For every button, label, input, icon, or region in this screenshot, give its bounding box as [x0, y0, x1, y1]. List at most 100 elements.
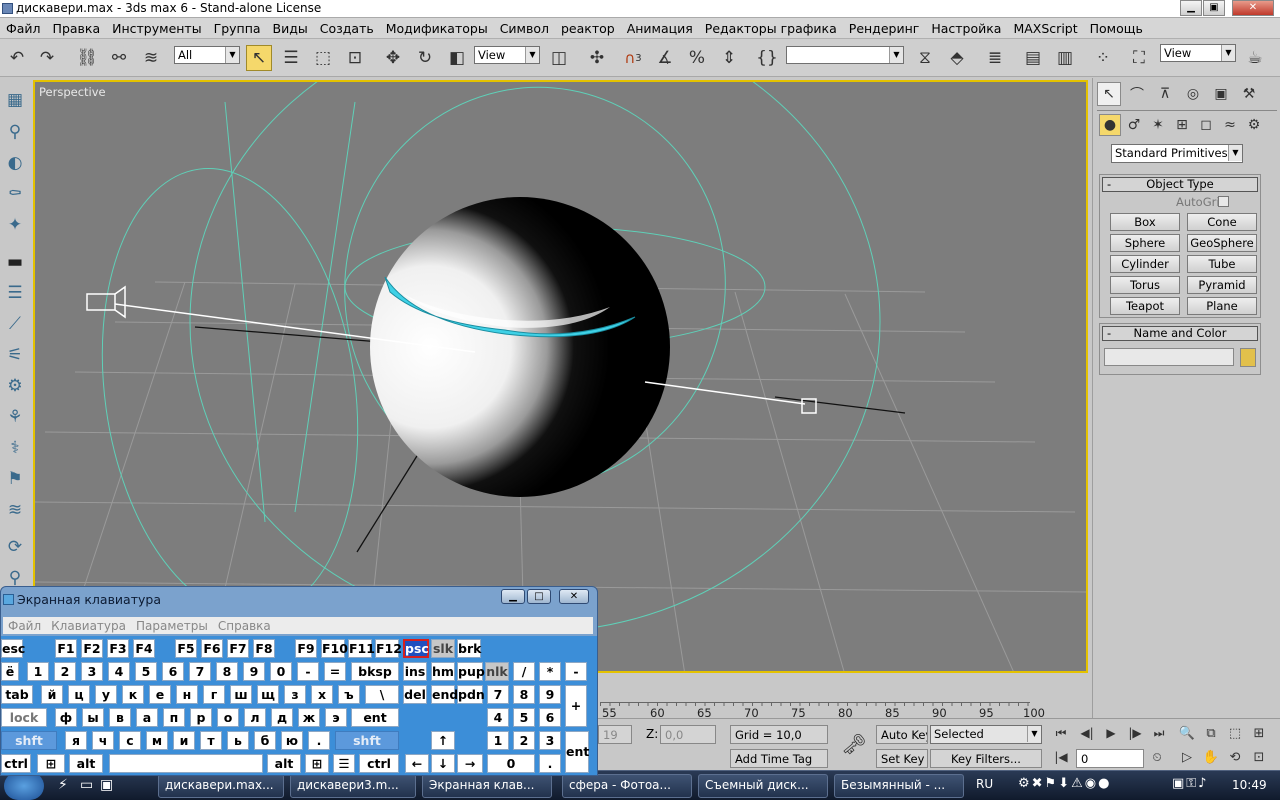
compounds-tab-icon[interactable]: ◐	[3, 151, 27, 175]
zoom-icon[interactable]: 🔍	[1176, 723, 1198, 743]
space-warps-icon[interactable]: ≈	[1219, 114, 1241, 136]
osk-menu-settings[interactable]: Параметры	[131, 619, 213, 633]
cameras-tab-icon[interactable]: ▬	[3, 250, 27, 274]
cone-button[interactable]: Cone	[1187, 213, 1257, 231]
go-to-start-icon[interactable]: ⏮	[1050, 723, 1072, 743]
key-letter[interactable]: у	[95, 685, 117, 704]
set-key-button[interactable]: Set Key	[876, 749, 928, 768]
key-6[interactable]: 6	[162, 662, 184, 681]
key-letter[interactable]: с	[119, 731, 141, 750]
windows-key-right-icon[interactable]: ⊞	[305, 754, 329, 773]
osk-close-button[interactable]: ✕	[559, 589, 589, 604]
menu-modifiers[interactable]: Модификаторы	[380, 21, 494, 36]
maximize-button[interactable]: ▣	[1203, 0, 1225, 16]
taskbar-item[interactable]: дискавери.max...	[158, 774, 284, 798]
particles-tab-icon[interactable]: ☰	[3, 281, 27, 305]
key-num-4[interactable]: 4	[487, 708, 509, 727]
key-home[interactable]: hm	[431, 662, 455, 681]
select-and-scale-icon[interactable]: ◧	[444, 45, 470, 71]
key-letter[interactable]: р	[190, 708, 212, 727]
rectangular-selection-icon[interactable]: ⬚	[310, 45, 336, 71]
taskbar-item[interactable]: дискавери3.m...	[290, 774, 416, 798]
key-mode-dropdown[interactable]: Selected ▼	[930, 725, 1042, 744]
key-letter[interactable]: т	[200, 731, 222, 750]
helpers-icon[interactable]: ◻	[1195, 114, 1217, 136]
set-key-icon[interactable]: 🗝	[838, 731, 870, 757]
object-color-swatch[interactable]	[1240, 348, 1256, 367]
key-tab[interactable]: tab	[1, 685, 33, 704]
folder-icon[interactable]: ▣	[100, 777, 113, 793]
edit-named-selection-icon[interactable]: {}	[754, 45, 780, 71]
key-num-0[interactable]: 0	[487, 754, 535, 773]
tray-icons-2[interactable]: ▣⚿♪	[1172, 776, 1208, 791]
key-letter[interactable]: в	[109, 708, 131, 727]
key-letter[interactable]: д	[271, 708, 293, 727]
plane-button[interactable]: Plane	[1187, 297, 1257, 315]
key-num-3[interactable]: 3	[539, 731, 561, 750]
key-num-7[interactable]: 7	[487, 685, 509, 704]
key-insert[interactable]: ins	[403, 662, 427, 681]
osk-menu-file[interactable]: Файл	[3, 619, 46, 633]
modify-tab-icon[interactable]: ⌒	[1125, 82, 1149, 106]
key-0[interactable]: 0	[270, 662, 292, 681]
osk-menu-help[interactable]: Справка	[213, 619, 276, 633]
play-icon[interactable]: ▶	[1100, 723, 1122, 743]
key-filters-button[interactable]: Key Filters...	[930, 749, 1042, 768]
add-time-tag-button[interactable]: Add Time Tag	[730, 749, 828, 768]
key-f1[interactable]: F1	[55, 639, 77, 658]
key-letter[interactable]: ю	[281, 731, 303, 750]
key-f10[interactable]: F10	[321, 639, 348, 658]
reactor-tab-icon[interactable]: ⚑	[3, 467, 27, 491]
menu-edit[interactable]: Правка	[47, 21, 107, 36]
key-5[interactable]: 5	[135, 662, 157, 681]
key-right-alt[interactable]: alt	[267, 754, 301, 773]
shapes-icon[interactable]: ♂	[1123, 114, 1145, 136]
menu-reactor[interactable]: реактор	[555, 21, 621, 36]
key-letter[interactable]: ь	[227, 731, 249, 750]
key-right-shift[interactable]: shft	[335, 731, 399, 750]
quick-render-teapot-icon[interactable]: ☕	[1242, 45, 1268, 71]
time-configuration-icon[interactable]: ⏲	[1146, 747, 1168, 767]
cameras-icon[interactable]: ⊞	[1171, 114, 1193, 136]
key-7[interactable]: 7	[189, 662, 211, 681]
key-f11[interactable]: F11	[348, 639, 375, 658]
use-pivot-center-icon[interactable]: ◫	[546, 45, 572, 71]
bind-space-warp-icon[interactable]: ≋	[138, 45, 164, 71]
taskbar-item[interactable]: сфера - Фотоа...	[562, 774, 692, 798]
geometry-icon[interactable]: ●	[1099, 114, 1121, 136]
create-tab-icon[interactable]: ↖	[1097, 82, 1121, 106]
key-num-8[interactable]: 8	[513, 685, 535, 704]
key-enter[interactable]: ent	[351, 708, 399, 727]
pan-icon[interactable]: ✋	[1200, 747, 1222, 767]
mirror-icon[interactable]: ⧖	[912, 45, 938, 71]
window-crossing-icon[interactable]: ⊡	[342, 45, 368, 71]
schematic-view-icon[interactable]: ▥	[1052, 45, 1078, 71]
key-break[interactable]: brk	[457, 639, 481, 658]
curve-editor-icon[interactable]: ▤	[1020, 45, 1046, 71]
key-f9[interactable]: F9	[295, 639, 317, 658]
zoom-all-icon[interactable]: ⧉	[1200, 723, 1222, 743]
key-letter[interactable]: м	[146, 731, 168, 750]
key-num-divide[interactable]: /	[513, 662, 535, 681]
next-frame-icon[interactable]: |▶	[1124, 723, 1146, 743]
key-num-lock[interactable]: nlk	[485, 662, 509, 681]
maximize-viewport-icon[interactable]: ⊡	[1248, 747, 1270, 767]
select-and-rotate-icon[interactable]: ↻	[412, 45, 438, 71]
key-num-enter[interactable]: ent	[565, 731, 589, 773]
snap-toggle-icon[interactable]: ∩ 3	[620, 45, 646, 71]
objects-tab-icon[interactable]: ▦	[3, 88, 27, 112]
utilities-tab-icon[interactable]: ⚒	[1237, 82, 1261, 106]
angle-snap-icon[interactable]: ∡	[652, 45, 678, 71]
render-scene-icon[interactable]: ⛶	[1126, 45, 1152, 71]
key-f7[interactable]: F7	[227, 639, 249, 658]
key-left-ctrl[interactable]: ctrl	[1, 754, 31, 773]
key-letter[interactable]: з	[284, 685, 306, 704]
key-letter[interactable]: я	[65, 731, 87, 750]
menu-graph-editors[interactable]: Редакторы графика	[699, 21, 843, 36]
start-button[interactable]	[4, 772, 44, 800]
key-letter[interactable]: б	[254, 731, 276, 750]
teapot-button[interactable]: Teapot	[1110, 297, 1180, 315]
select-and-manipulate-icon[interactable]: ✣	[584, 45, 610, 71]
key-letter[interactable]: ц	[68, 685, 90, 704]
key-caps-lock[interactable]: lock	[1, 708, 47, 727]
